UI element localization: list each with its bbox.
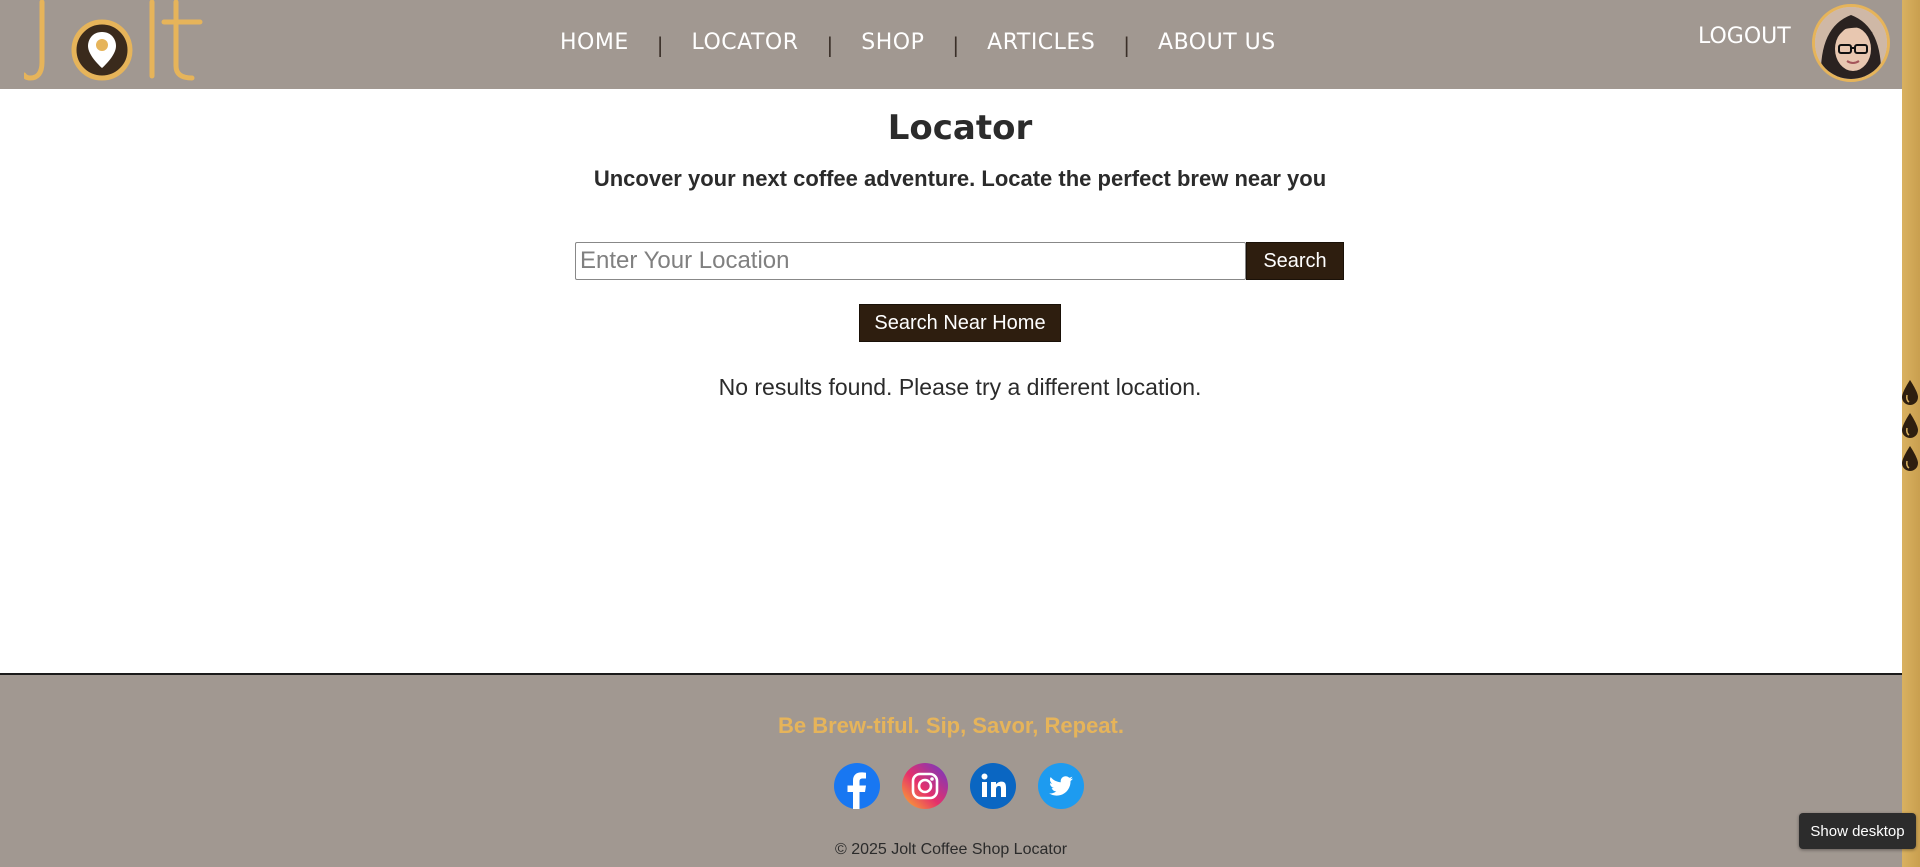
facebook-link[interactable]: [834, 763, 880, 809]
site-footer: Be Brew-tiful. Sip, Savor, Repeat. © 202…: [0, 673, 1902, 867]
copyright-text: © 2025 Jolt Coffee Shop Locator: [834, 841, 1068, 858]
logout-link[interactable]: LOGOUT: [1698, 24, 1791, 49]
user-avatar[interactable]: [1812, 4, 1890, 82]
nav-separator: |: [952, 33, 960, 57]
footer-tagline: Be Brew-tiful. Sip, Savor, Repeat.: [778, 713, 1124, 738]
jolt-logo[interactable]: [21, 0, 204, 84]
jolt-logo-icon: [21, 0, 203, 81]
nav-about-us[interactable]: ABOUT US: [1158, 30, 1276, 55]
instagram-link[interactable]: [902, 763, 948, 809]
nav-separator: |: [1123, 33, 1131, 57]
coffee-drop-icon: [1902, 413, 1918, 438]
show-desktop-button[interactable]: Show desktop: [1799, 813, 1916, 849]
nav-home[interactable]: HOME: [560, 30, 629, 55]
coffee-drop-icon: [1902, 446, 1918, 471]
search-button[interactable]: Search: [1246, 242, 1344, 280]
twitter-icon: [1038, 763, 1084, 809]
social-links: [834, 763, 1106, 809]
linkedin-icon: [970, 763, 1016, 809]
nav-shop[interactable]: SHOP: [861, 30, 924, 55]
twitter-link[interactable]: [1038, 763, 1084, 809]
page-title: Locator: [887, 108, 1033, 148]
avatar-image: [1815, 7, 1887, 79]
nav-separator: |: [656, 33, 664, 57]
facebook-icon: [834, 763, 880, 809]
site-header: HOME | LOCATOR | SHOP | ARTICLES | ABOUT…: [0, 0, 1902, 89]
linkedin-link[interactable]: [970, 763, 1016, 809]
location-search-input[interactable]: [575, 242, 1246, 280]
page: HOME | LOCATOR | SHOP | ARTICLES | ABOUT…: [0, 0, 1920, 867]
page-subtitle: Uncover your next coffee adventure. Loca…: [593, 166, 1327, 191]
search-bar: Search: [575, 242, 1344, 282]
nav-articles[interactable]: ARTICLES: [987, 30, 1095, 55]
search-near-home-button[interactable]: Search Near Home: [859, 304, 1061, 342]
nav-separator: |: [826, 33, 834, 57]
nav-locator[interactable]: LOCATOR: [692, 30, 799, 55]
main-nav: HOME | LOCATOR | SHOP | ARTICLES | ABOUT…: [560, 22, 1276, 62]
instagram-icon: [902, 763, 948, 809]
no-results-message: No results found. Please try a different…: [718, 374, 1202, 400]
